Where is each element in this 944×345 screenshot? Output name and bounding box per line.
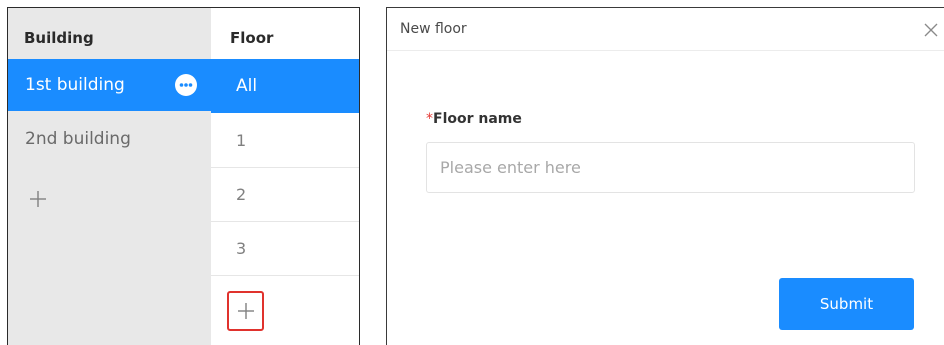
floor-item-3[interactable]: 3 bbox=[211, 222, 359, 276]
floor-item-label: 1 bbox=[236, 131, 247, 150]
building-item-1st[interactable]: 1st building bbox=[8, 59, 211, 111]
dialog-header: New floor bbox=[387, 8, 944, 51]
plus-icon bbox=[238, 303, 254, 319]
floor-column-header: Floor bbox=[230, 29, 274, 47]
floor-column: Floor All 1 2 3 bbox=[211, 8, 359, 345]
floor-name-label-text: Floor name bbox=[433, 111, 522, 127]
floor-name-label: *Floor name bbox=[426, 111, 522, 127]
floor-item-label: 3 bbox=[236, 239, 247, 258]
building-column: Building 1st building 2nd building bbox=[8, 8, 211, 345]
more-options-icon[interactable] bbox=[175, 74, 197, 96]
add-building-plus-icon[interactable] bbox=[28, 189, 48, 209]
floor-item-label: 2 bbox=[236, 185, 247, 204]
building-item-label: 1st building bbox=[25, 75, 125, 95]
new-floor-dialog: New floor *Floor name Submit bbox=[386, 7, 944, 345]
building-column-header: Building bbox=[24, 29, 94, 47]
submit-button[interactable]: Submit bbox=[779, 278, 914, 330]
floor-item-2[interactable]: 2 bbox=[211, 168, 359, 222]
close-icon[interactable] bbox=[923, 22, 939, 38]
floor-name-input[interactable] bbox=[426, 142, 915, 193]
floor-item-all[interactable]: All bbox=[211, 59, 359, 113]
dialog-title: New floor bbox=[400, 21, 467, 37]
building-item-label: 2nd building bbox=[25, 129, 131, 149]
required-mark: * bbox=[426, 111, 433, 127]
add-floor-button[interactable] bbox=[227, 291, 264, 331]
building-floor-panel: Building 1st building 2nd building Floor bbox=[7, 7, 360, 345]
floor-item-label: All bbox=[236, 76, 258, 96]
floor-item-1[interactable]: 1 bbox=[211, 114, 359, 168]
building-item-2nd[interactable]: 2nd building bbox=[8, 113, 211, 165]
